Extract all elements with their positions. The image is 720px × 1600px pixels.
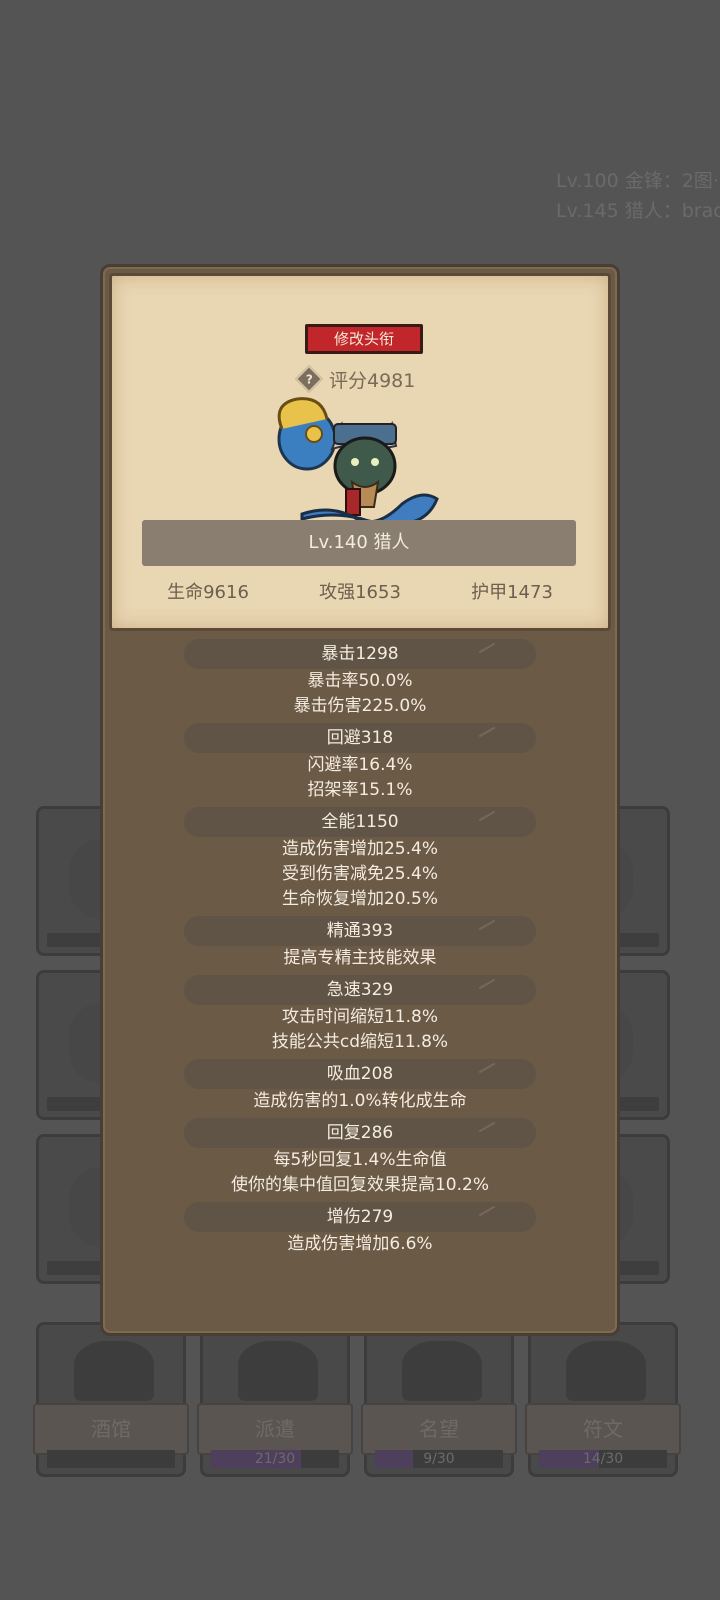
attribute-group-mastery: 精通393 提高专精主技能效果 [103, 916, 617, 971]
dispatch-progress: 21/30 [211, 1450, 339, 1468]
score-label: 评分4981 [329, 369, 416, 392]
reputation-label: 名望 [361, 1403, 517, 1455]
armor-stat: 护甲1473 [471, 582, 553, 603]
attribute-header: 回复286 [184, 1118, 536, 1148]
attribute-group-haste: 急速329 攻击时间缩短11.8% 技能公共cd缩短11.8% [103, 975, 617, 1055]
attribute-header: 精通393 [184, 916, 536, 946]
attribute-header: 吸血208 [184, 1059, 536, 1089]
attribute-group-leech: 吸血208 造成伤害的1.0%转化成生命 [103, 1059, 617, 1114]
attribute-header: 回避318 [184, 723, 536, 753]
attribute-line: 造成伤害增加6.6% [287, 1234, 433, 1254]
attribute-line: 受到伤害减免25.4% [281, 864, 438, 884]
attribute-line: 使你的集中值回复效果提高10.2% [230, 1175, 489, 1195]
reputation-button[interactable]: 名望 9/30 [361, 1322, 517, 1477]
attribute-line: 造成伤害的1.0%转化成生命 [253, 1091, 467, 1111]
attribute-group-damage-bonus: 增伤279 造成伤害增加6.6% [103, 1202, 617, 1257]
horned-hunter-avatar [277, 397, 439, 526]
chat-log-line: Lv.145 猎人：brac [556, 200, 720, 222]
character-name-level: Lv.140 猎人 [142, 520, 576, 566]
attribute-list: 暴击1298 暴击率50.0% 暴击伤害225.0% 回避318 闪避率16.4… [103, 639, 617, 1261]
edit-title-button[interactable]: 修改头衔 [305, 324, 423, 354]
attribute-header: 全能1150 [184, 807, 536, 837]
attribute-line: 攻击时间缩短11.8% [281, 1007, 438, 1027]
attribute-group-crit: 暴击1298 暴击率50.0% 暴击伤害225.0% [103, 639, 617, 719]
tavern-progress [47, 1450, 175, 1468]
help-icon[interactable]: ? [294, 364, 324, 394]
attribute-line: 造成伤害增加25.4% [281, 839, 438, 859]
dispatch-button[interactable]: 派遣 21/30 [197, 1322, 353, 1477]
tavern-button[interactable]: 酒馆 [33, 1322, 189, 1477]
hp-stat: 生命9616 [167, 582, 249, 603]
dispatch-label: 派遣 [197, 1403, 353, 1455]
attribute-line: 技能公共cd缩短11.8% [271, 1032, 449, 1052]
attribute-line: 闪避率16.4% [307, 755, 413, 775]
rune-label: 符文 [525, 1403, 681, 1455]
attribute-header: 增伤279 [184, 1202, 536, 1232]
attribute-group-avoidance: 回避318 闪避率16.4% 招架率15.1% [103, 723, 617, 803]
character-header-panel: 修改头衔 ? 评分4981 Lv.140 猎人 生命9616 攻强1653 护甲… [109, 273, 611, 631]
reputation-progress: 9/30 [375, 1450, 503, 1468]
chat-log-line: Lv.100 金锋：2图· [556, 170, 719, 192]
attribute-header: 急速329 [184, 975, 536, 1005]
rune-progress: 14/30 [539, 1450, 667, 1468]
attribute-line: 暴击伤害225.0% [293, 696, 427, 716]
attribute-header: 暴击1298 [184, 639, 536, 669]
tavern-label: 酒馆 [33, 1403, 189, 1455]
attribute-line: 生命恢复增加20.5% [281, 889, 438, 909]
core-stats-row: 生命9616 攻强1653 护甲1473 [112, 578, 608, 610]
character-detail-popup: 修改头衔 ? 评分4981 Lv.140 猎人 生命9616 攻强1653 护甲… [100, 264, 620, 1336]
score-row: ? 评分4981 [294, 364, 416, 394]
attribute-line: 提高专精主技能效果 [283, 948, 437, 968]
attack-power-stat: 攻强1653 [319, 582, 401, 603]
attribute-group-regen: 回复286 每5秒回复1.4%生命值 使你的集中值回复效果提高10.2% [103, 1118, 617, 1198]
attribute-line: 暴击率50.0% [307, 671, 413, 691]
rune-button[interactable]: 符文 14/30 [525, 1322, 681, 1477]
attribute-group-versatility: 全能1150 造成伤害增加25.4% 受到伤害减免25.4% 生命恢复增加20.… [103, 807, 617, 912]
attribute-line: 每5秒回复1.4%生命值 [273, 1150, 447, 1170]
attribute-line: 招架率15.1% [307, 780, 413, 800]
